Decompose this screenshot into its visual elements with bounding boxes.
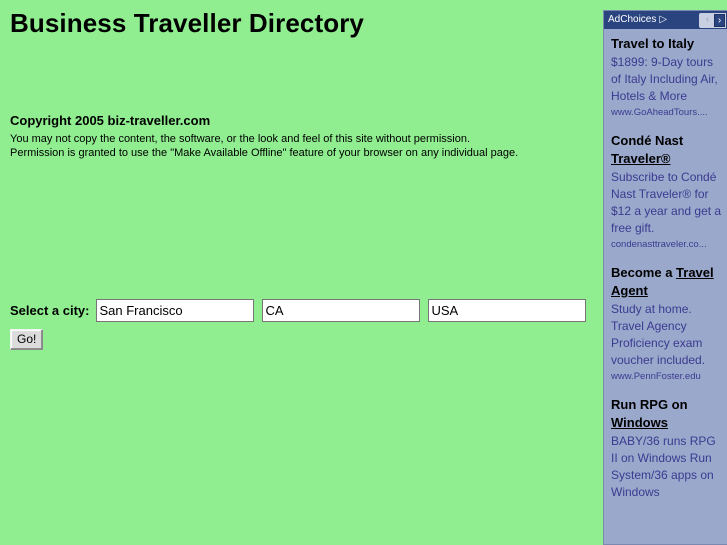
ad-list: Travel to Italy $1899: 9-Day tours of It… xyxy=(604,29,727,501)
ad-item[interactable]: Condé Nast Traveler® Subscribe to Condé … xyxy=(611,132,722,252)
ad-description: Subscribe to Condé Nast Traveler® for $1… xyxy=(611,170,722,235)
ad-title[interactable]: Become a Travel Agent xyxy=(611,264,722,300)
ad-nav-controls: ‹ › xyxy=(699,12,726,28)
ad-title-plain: Run RPG on xyxy=(611,397,688,412)
ad-title-link: Windows xyxy=(611,415,668,430)
ad-url[interactable]: www.GoAheadTours.... xyxy=(611,106,722,120)
ad-item[interactable]: Become a Travel Agent Study at home. Tra… xyxy=(611,264,722,384)
copyright-heading: Copyright 2005 biz-traveller.com xyxy=(10,113,211,128)
copyright-line-1: You may not copy the content, the softwa… xyxy=(10,133,471,145)
adchoices-label-group[interactable]: AdChoices ▷ xyxy=(608,15,667,25)
ad-url[interactable]: condenasttraveler.co... xyxy=(611,238,722,252)
state-input[interactable] xyxy=(261,299,420,322)
adchoices-triangle-icon: ▷ xyxy=(659,14,668,25)
ad-item[interactable]: Travel to Italy $1899: 9-Day tours of It… xyxy=(611,35,722,120)
chevron-right-icon[interactable]: › xyxy=(714,13,725,27)
ad-title[interactable]: Travel to Italy xyxy=(611,35,722,53)
city-input[interactable] xyxy=(95,299,254,322)
ad-description: Study at home. Travel Agency Proficiency… xyxy=(611,302,706,367)
ad-sidebar: AdChoices ▷ ‹ › Travel to Italy $1899: 9… xyxy=(603,10,727,545)
ad-description: BABY/36 runs RPG II on Windows Run Syste… xyxy=(611,434,716,499)
ad-item[interactable]: Run RPG on Windows BABY/36 runs RPG II o… xyxy=(611,396,722,501)
ad-title-plain: Condé Nast xyxy=(611,133,684,148)
city-selection-form: Select a city: Go! xyxy=(10,299,586,350)
ad-title-plain: Travel to Italy xyxy=(611,36,695,51)
chevron-left-icon[interactable]: ‹ xyxy=(702,14,713,27)
adchoices-label: AdChoices xyxy=(608,14,657,25)
page-title: Business Traveller Directory xyxy=(10,8,364,38)
country-input[interactable] xyxy=(427,299,586,322)
copyright-block: Copyright 2005 biz-traveller.com You may… xyxy=(10,113,570,160)
copyright-line-2: Permission is granted to use the "Make A… xyxy=(10,147,519,159)
ad-title[interactable]: Run RPG on Windows xyxy=(611,396,722,432)
ad-title-link: Traveler® xyxy=(611,151,671,166)
ad-description: $1899: 9-Day tours of Italy Including Ai… xyxy=(611,55,718,103)
select-city-label: Select a city: xyxy=(10,303,90,318)
adchoices-bar: AdChoices ▷ ‹ › xyxy=(604,11,727,29)
ad-title-plain: Become a xyxy=(611,265,677,280)
main-content: Business Traveller Directory Copyright 2… xyxy=(0,0,600,545)
go-button[interactable]: Go! xyxy=(10,329,44,350)
ad-title[interactable]: Condé Nast Traveler® xyxy=(611,132,722,168)
ad-url[interactable]: www.PennFoster.edu xyxy=(611,370,722,384)
city-form-row: Select a city: xyxy=(10,299,586,322)
